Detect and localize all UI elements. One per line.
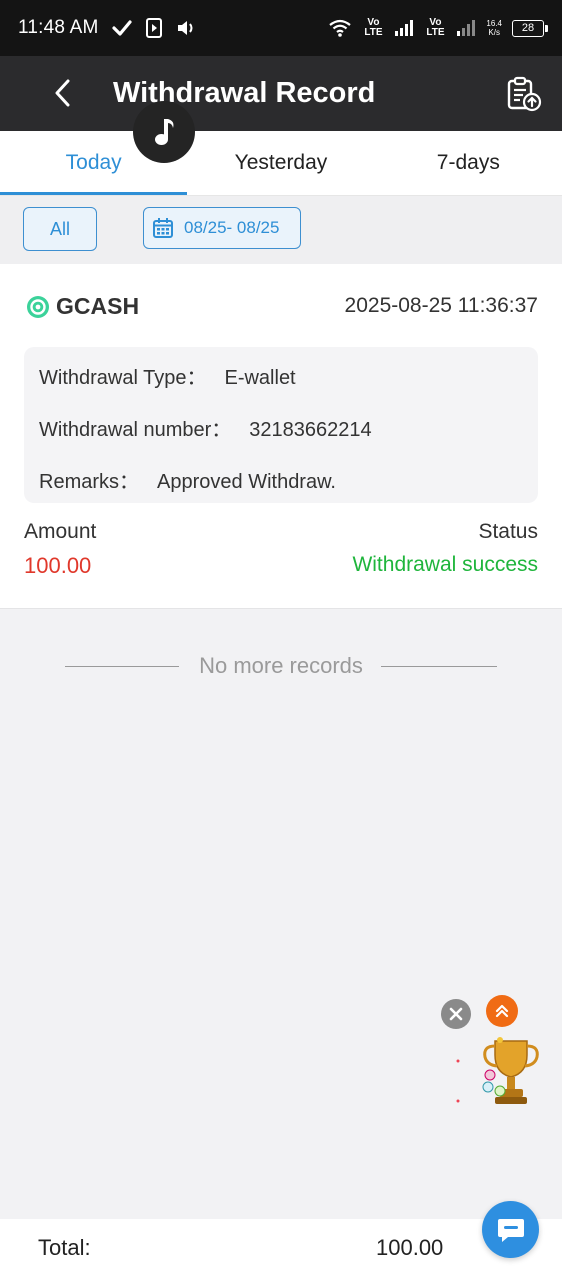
sim2-label: Vo LTE <box>426 17 445 38</box>
divider-line <box>381 666 497 667</box>
back-button[interactable] <box>44 74 80 112</box>
chevron-left-icon <box>55 79 70 107</box>
status-value: Withdrawal success <box>352 553 538 576</box>
tab-yesterday[interactable]: Yesterday <box>187 131 374 195</box>
withdrawal-record-card[interactable]: GCASH 2025-08-25 11:36:37 Withdrawal Typ… <box>0 264 562 609</box>
signal-icon <box>456 20 476 36</box>
record-datetime: 2025-08-25 11:36:37 <box>344 294 538 317</box>
wifi-icon <box>328 19 352 37</box>
withdrawal-type-value: E-wallet <box>224 367 296 389</box>
filter-bar: All 08/25- 08/25 <box>0 196 562 264</box>
brand-name: GCASH <box>56 293 140 319</box>
music-toggle-button[interactable] <box>133 101 195 163</box>
withdrawal-type-label: Withdrawal Type： <box>39 367 207 389</box>
payment-brand: GCASH <box>26 293 139 320</box>
media-player-icon <box>146 18 163 38</box>
amount-value: 100.00 <box>24 553 92 578</box>
date-range-picker[interactable]: 08/25- 08/25 <box>143 207 301 249</box>
total-value: 100.00 <box>376 1235 444 1260</box>
remarks-value: Approved Withdraw. <box>157 471 336 493</box>
chat-icon <box>497 1218 524 1242</box>
net-speed: 16.4 K/s <box>486 19 502 37</box>
close-promo-button[interactable] <box>441 999 471 1029</box>
date-range-text: 08/25- 08/25 <box>184 218 280 237</box>
total-footer: Total: 100.00 <box>0 1219 562 1280</box>
customer-service-button[interactable] <box>482 1201 539 1258</box>
close-icon <box>449 1007 463 1021</box>
withdrawal-type-row: Withdrawal Type： E-wallet <box>39 361 296 390</box>
total-label: Total: <box>38 1235 91 1260</box>
trophy-icon <box>456 1037 539 1104</box>
date-tabs: Today Yesterday 7-days <box>0 131 562 196</box>
list-end-indicator: No more records <box>0 650 562 682</box>
calendar-icon <box>153 218 173 238</box>
withdrawal-number-label: Withdrawal number： <box>39 419 232 441</box>
scroll-to-top-button[interactable] <box>486 995 518 1027</box>
record-details: Withdrawal Type： E-wallet Withdrawal numb… <box>24 347 538 503</box>
remarks-row: Remarks： Approved Withdraw. <box>39 465 336 494</box>
clipboard-upload-icon <box>507 76 542 112</box>
remarks-label: Remarks： <box>39 471 140 493</box>
gcash-logo-icon <box>27 295 49 318</box>
signal-icon <box>394 20 414 36</box>
app-header: Withdrawal Record <box>0 56 562 131</box>
record-upload-button[interactable] <box>504 74 544 114</box>
sim1-label: Vo LTE <box>364 17 383 38</box>
double-chevron-up-icon <box>495 1004 509 1018</box>
check-icon <box>112 19 133 37</box>
amount-label: Amount <box>24 520 97 543</box>
trophy-promo-button[interactable] <box>455 1033 541 1111</box>
status-time: 11:48 AM <box>18 17 99 38</box>
withdrawal-number-value: 32183662214 <box>249 419 372 441</box>
tab-7-days[interactable]: 7-days <box>375 131 562 195</box>
volume-icon <box>176 19 196 37</box>
music-note-icon <box>155 119 174 145</box>
status-label: Status <box>478 520 538 543</box>
battery-icon: 28 <box>512 19 548 37</box>
filter-all-button[interactable]: All <box>23 207 97 251</box>
status-bar: 11:48 AM Vo LTE Vo LTE 16.4 K/s 28 <box>0 0 562 56</box>
withdrawal-number-row: Withdrawal number： 32183662214 <box>39 413 372 442</box>
